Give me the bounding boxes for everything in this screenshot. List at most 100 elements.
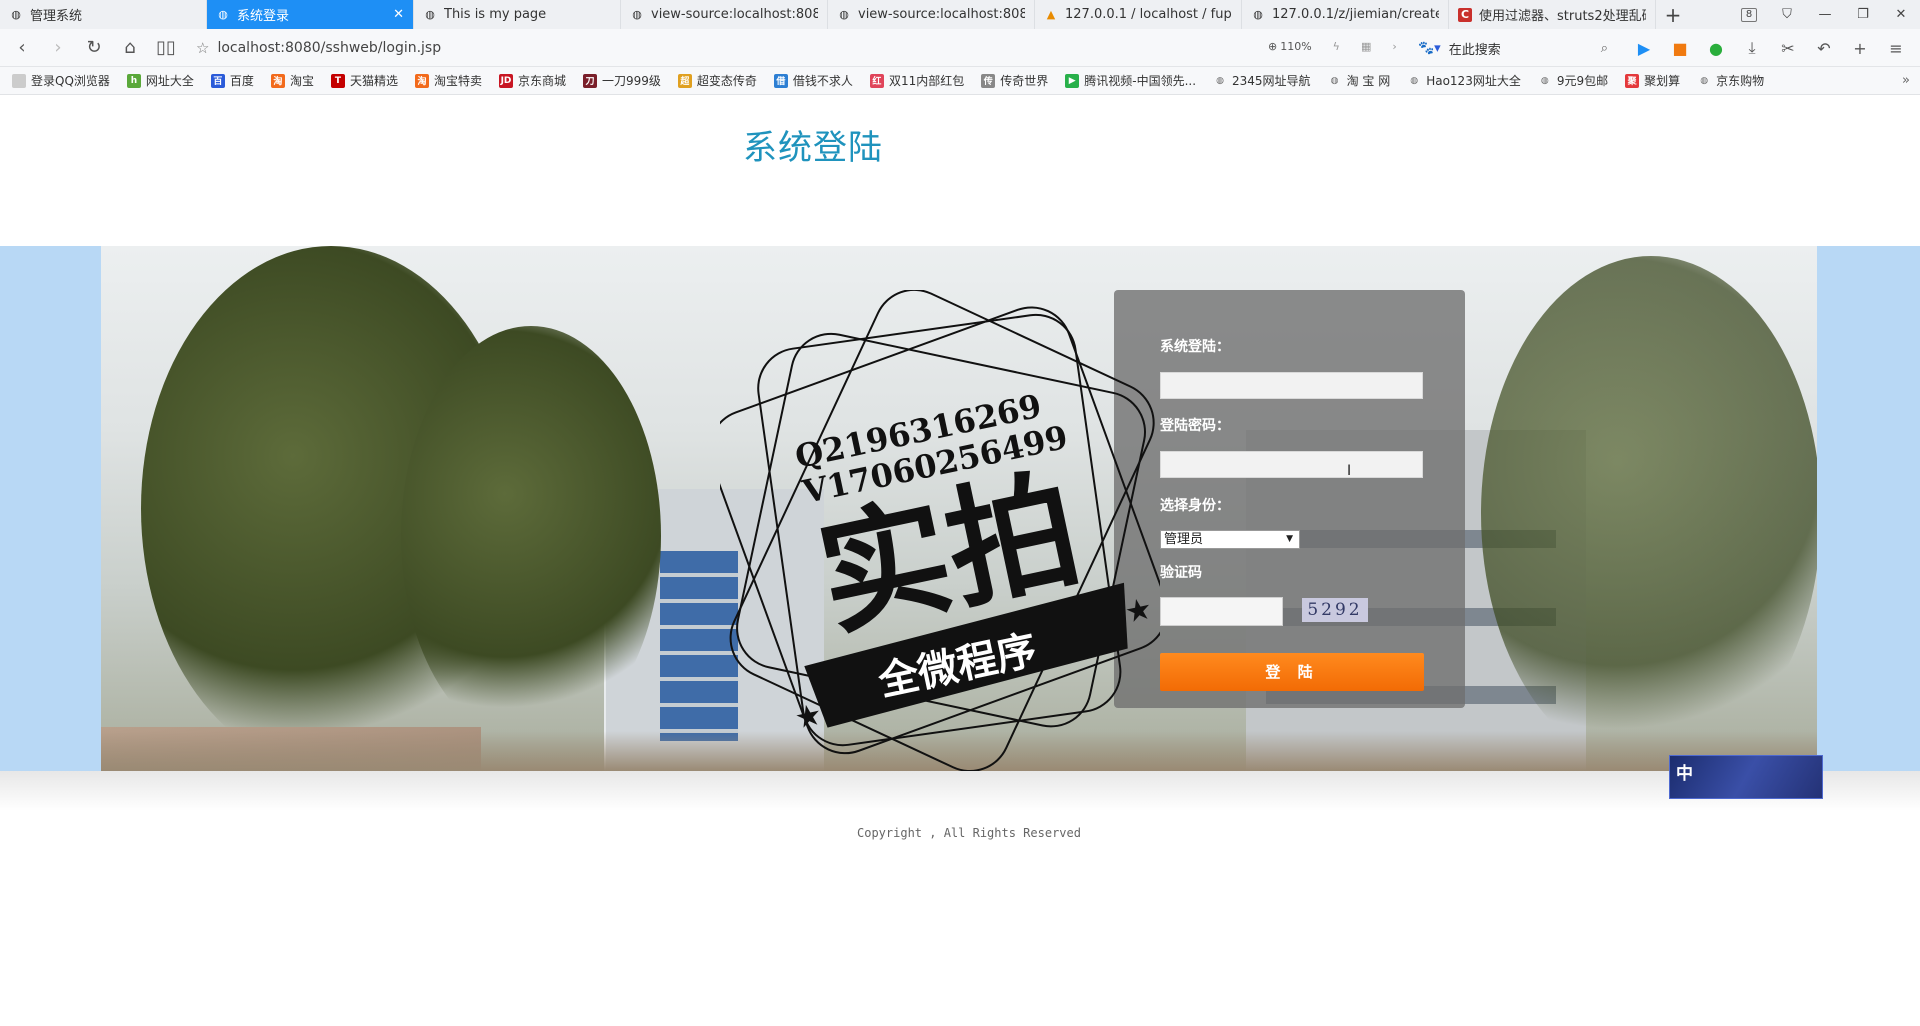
tab-label: 127.0.0.1/z/jiemian/create.p: [1272, 7, 1439, 22]
video-icon: ▶: [1065, 73, 1080, 88]
role-select[interactable]: 管理员 ▼: [1160, 530, 1300, 549]
redpacket-icon: 红: [869, 73, 884, 88]
bookmark-label: 双11内部红包: [888, 74, 965, 88]
navigation-bar: ‹ › ↻ ⌂ ▯▯ ☆ localhost:8080/sshweb/login…: [0, 29, 1920, 67]
captcha-image[interactable]: 5292: [1302, 598, 1368, 622]
bookmark-item[interactable]: 淘淘宝: [270, 72, 314, 89]
login-panel: 系统登陆： 登陆密码： 选择身份： 管理员 ▼ 验证码 5292 登 陆: [1114, 290, 1465, 708]
undo-icon[interactable]: ↶: [1806, 39, 1842, 58]
new-tab-button[interactable]: +: [1656, 0, 1690, 29]
bookmark-item[interactable]: 红双11内部红包: [869, 72, 965, 89]
username-input[interactable]: [1160, 372, 1423, 399]
tree-right: [1481, 256, 1817, 771]
bookmark-item[interactable]: ◍ 淘 宝 网: [1328, 72, 1391, 89]
scissors-icon[interactable]: ✂: [1770, 39, 1806, 58]
ime-indicator[interactable]: 中: [1669, 755, 1823, 799]
bookmark-item[interactable]: 借借钱不求人: [773, 72, 853, 89]
zoom-level: 110%: [1280, 40, 1312, 53]
juhuasuan-icon: 聚: [1625, 73, 1640, 88]
download-icon[interactable]: ⤓: [1734, 38, 1770, 58]
copyright-text: Copyright , All Rights Reserved: [857, 826, 1081, 840]
bookmark-item[interactable]: 超超变态传奇: [677, 72, 757, 89]
bookmark-label: 淘宝: [289, 74, 314, 88]
baidu-paw-icon[interactable]: 🐾▾: [1418, 41, 1441, 56]
bookmark-item[interactable]: ◍ 9元9包邮: [1538, 72, 1608, 89]
tab-0[interactable]: ◍ 管理系统: [0, 0, 207, 29]
bookmark-star-icon[interactable]: ☆: [196, 39, 209, 57]
shirt-icon[interactable]: ⛉: [1768, 0, 1806, 29]
back-icon[interactable]: ‹: [4, 29, 40, 67]
bookmark-label: 京东商城: [517, 74, 566, 88]
address-bar[interactable]: ☆ localhost:8080/sshweb/login.jsp: [196, 34, 1406, 62]
tab-bar: ◍ 管理系统 ◍ 系统登录 ✕ ◍ This is my page ◍ view…: [0, 0, 1920, 29]
tab-5[interactable]: ▲ 127.0.0.1 / localhost / fupin: [1035, 0, 1242, 29]
tab-count[interactable]: 8: [1730, 0, 1768, 29]
bookmark-item[interactable]: 传传奇世界: [981, 72, 1048, 89]
tree-mid: [401, 326, 661, 746]
globe-icon: ◍: [1410, 75, 1419, 86]
bookmark-label: 网址大全: [145, 74, 194, 88]
more-bookmarks-icon[interactable]: »: [1902, 73, 1910, 88]
bookmark-item[interactable]: ▶ 腾讯视频-中国领先...: [1065, 72, 1196, 89]
url-text[interactable]: localhost:8080/sshweb/login.jsp: [217, 40, 441, 56]
bookmark-item[interactable]: 淘淘宝特卖: [414, 72, 482, 89]
login-button[interactable]: 登 陆: [1160, 653, 1424, 691]
minimize-icon[interactable]: —: [1806, 0, 1844, 29]
flash-icon[interactable]: ϟ: [1333, 40, 1340, 53]
bookmark-item[interactable]: JD 京东商城: [498, 72, 566, 89]
menu-icon[interactable]: ≡: [1878, 39, 1914, 58]
toolbar: ▶ ■ ● ⤓ ✂ ↶ + ≡: [1626, 34, 1914, 62]
bookmark-item[interactable]: h 网址大全: [126, 72, 194, 89]
taobao-icon: 淘: [414, 73, 429, 88]
tab-7[interactable]: C 使用过滤器、struts2处理乱码: [1449, 0, 1656, 29]
bookmark-item[interactable]: 登录QQ浏览器: [12, 72, 110, 89]
phpmyadmin-icon: ▲: [1046, 8, 1056, 21]
reader-icon[interactable]: ▯▯: [148, 29, 184, 67]
restore-icon[interactable]: ❐: [1844, 0, 1882, 29]
camera-icon[interactable]: ■: [1662, 39, 1698, 58]
close-icon[interactable]: ✕: [393, 7, 404, 22]
forward-icon[interactable]: ›: [40, 29, 76, 67]
bookmark-label: 传奇世界: [1000, 74, 1049, 88]
bookmark-item[interactable]: 刀一刀999级: [583, 72, 661, 89]
globe-icon: ◍: [1253, 8, 1263, 21]
tab-2[interactable]: ◍ This is my page: [414, 0, 621, 29]
plus-icon[interactable]: +: [1842, 39, 1878, 58]
bookmark-item[interactable]: ◍ 京东购物: [1697, 72, 1764, 89]
close-window-icon[interactable]: ✕: [1882, 0, 1920, 29]
qr-icon[interactable]: ▦: [1361, 40, 1371, 53]
role-label: 选择身份：: [1160, 498, 1230, 514]
zoom-indicator[interactable]: ⊕ 110% ϟ ▦ ›: [1268, 40, 1397, 53]
search-input[interactable]: 在此搜索: [1449, 39, 1501, 58]
captcha-input[interactable]: [1160, 597, 1283, 626]
reload-icon[interactable]: ↻: [76, 29, 112, 67]
tab-1[interactable]: ◍ 系统登录 ✕: [207, 0, 414, 29]
search-icon[interactable]: ⌕: [1601, 41, 1608, 56]
bookmark-item[interactable]: ◍ Hao123网址大全: [1407, 72, 1521, 89]
bookmark-item[interactable]: 百百度: [210, 72, 254, 89]
chevron-right-icon[interactable]: ›: [1392, 40, 1396, 53]
globe-icon: ◍: [425, 8, 435, 21]
wechat-icon[interactable]: ●: [1698, 39, 1734, 58]
bookmark-item[interactable]: T 天猫精选: [330, 72, 398, 89]
taobao-icon: 淘: [270, 73, 285, 88]
tab-3[interactable]: ◍ view-source:localhost:8080/: [621, 0, 828, 29]
password-input[interactable]: [1160, 451, 1423, 478]
tab-4[interactable]: ◍ view-source:localhost:8080/: [828, 0, 1035, 29]
globe-icon: ◍: [1330, 75, 1339, 86]
hao-icon: h: [126, 73, 141, 88]
star-icon: ★: [1122, 591, 1156, 631]
search-box[interactable]: 🐾▾ 在此搜索 ⌕: [1418, 34, 1608, 62]
video-play-icon[interactable]: ▶: [1626, 39, 1662, 58]
bookmark-item[interactable]: ◍ 2345网址导航: [1213, 72, 1310, 89]
home-icon[interactable]: ⌂: [112, 29, 148, 67]
game-icon: 传: [981, 73, 996, 88]
watermark-stamp: Q2196316269 V17060256499 实拍 全微程序 ★ ★: [720, 290, 1160, 773]
footer-shadow: [0, 771, 1920, 811]
tab-6[interactable]: ◍ 127.0.0.1/z/jiemian/create.p: [1242, 0, 1449, 29]
tab-label: view-source:localhost:8080/: [651, 7, 818, 22]
globe-icon: ◍: [1700, 75, 1709, 86]
bookmark-item[interactable]: 聚聚划算: [1625, 72, 1680, 89]
bookmark-label: 聚划算: [1644, 74, 1681, 88]
tab-label: 127.0.0.1 / localhost / fupin: [1065, 7, 1232, 22]
